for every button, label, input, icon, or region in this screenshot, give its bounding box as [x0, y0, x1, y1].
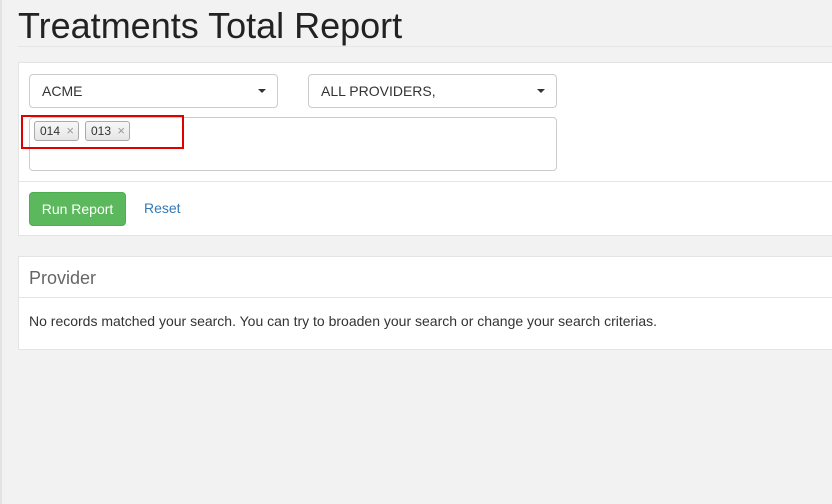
filter-panel: ACME ALL PROVIDERS, 014 × 013 × Run Repo…	[18, 62, 832, 236]
run-report-button[interactable]: Run Report	[29, 192, 126, 226]
reset-link[interactable]: Reset	[144, 200, 181, 216]
results-heading: Provider	[29, 268, 97, 288]
panel-divider	[19, 181, 832, 182]
provider-select[interactable]: ALL PROVIDERS,	[308, 74, 557, 108]
title-divider	[18, 46, 832, 47]
results-panel: Provider No records matched your search.…	[18, 256, 832, 350]
page-title: Treatments Total Report	[18, 5, 403, 46]
chevron-down-icon	[258, 89, 266, 93]
highlight-box	[21, 115, 184, 149]
provider-select-value: ALL PROVIDERS,	[321, 83, 436, 99]
company-select[interactable]: ACME	[29, 74, 278, 108]
company-select-value: ACME	[42, 83, 83, 99]
empty-results-message: No records matched your search. You can …	[29, 313, 657, 329]
results-divider	[19, 297, 832, 298]
chevron-down-icon	[537, 89, 545, 93]
left-border	[0, 0, 2, 504]
